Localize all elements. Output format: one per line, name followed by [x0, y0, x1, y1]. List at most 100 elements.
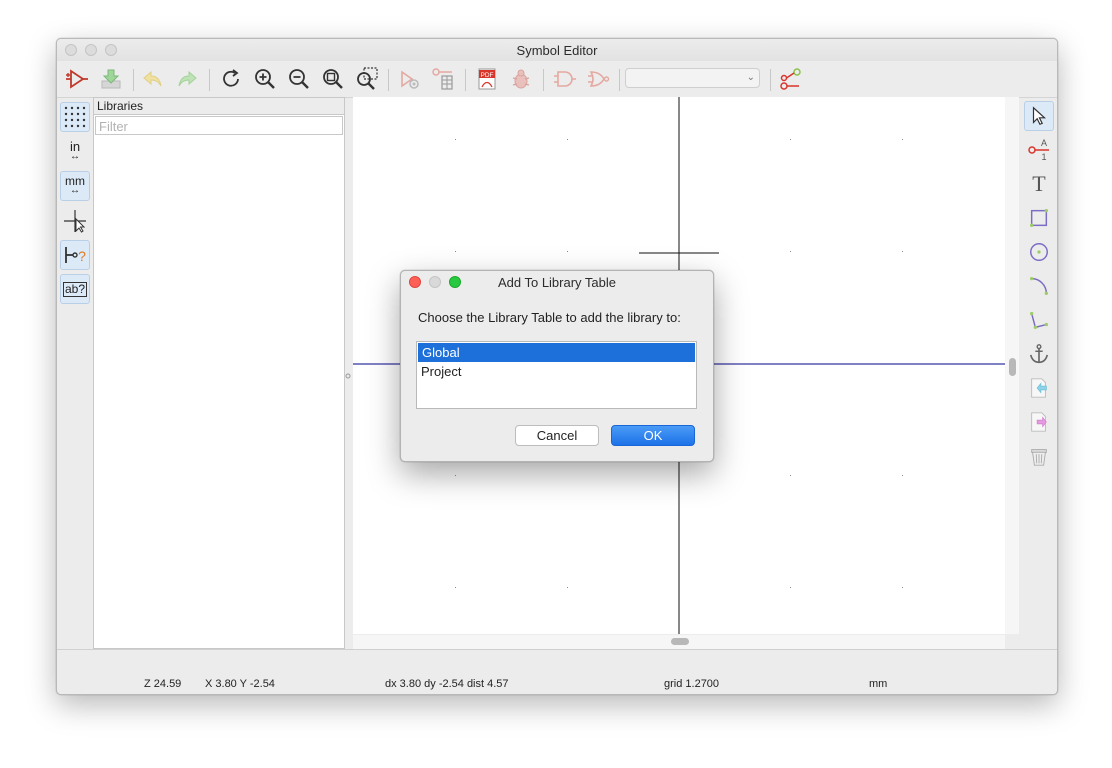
- delete-tool-button[interactable]: [1024, 441, 1054, 471]
- bug-check-button[interactable]: [507, 65, 535, 93]
- zoom-out-button[interactable]: [285, 65, 313, 93]
- vertical-scrollbar[interactable]: [1005, 97, 1019, 634]
- arrow-cursor-icon: [1032, 106, 1047, 126]
- undo-icon: [143, 70, 162, 87]
- zoom-fit-button[interactable]: [319, 65, 347, 93]
- add-polyline-button[interactable]: [1024, 305, 1054, 335]
- anchor-icon: [1029, 344, 1049, 364]
- zoom-out-icon: [289, 69, 309, 89]
- add-circle-button[interactable]: [1024, 237, 1054, 267]
- de-morgan-button[interactable]: [585, 65, 613, 93]
- new-symbol-icon: [66, 69, 88, 89]
- millimeters-icon: mm ↔: [65, 174, 85, 196]
- crosshair-cursor-icon: [64, 210, 86, 233]
- toolbar-separator: [209, 69, 210, 91]
- zoom-readout: Z 24.59: [144, 678, 182, 690]
- inches-icon: in ↔: [69, 139, 81, 162]
- pin-number-label: 1: [1041, 152, 1046, 162]
- cancel-button[interactable]: Cancel: [515, 425, 599, 446]
- millimeters-units-button[interactable]: mm ↔: [60, 171, 90, 201]
- show-pin-electrical-type-button[interactable]: ?: [60, 240, 90, 270]
- add-arc-button[interactable]: [1024, 271, 1054, 301]
- toolbar-separator: [619, 69, 620, 91]
- full-crosshair-button[interactable]: [60, 206, 90, 236]
- symbol-properties-button[interactable]: [395, 65, 423, 93]
- grid-icon: [64, 106, 86, 128]
- pdf-label: PDF: [481, 72, 494, 79]
- unit-select-dropdown[interactable]: ⌄: [625, 68, 760, 88]
- panel-sash-handle[interactable]: [345, 369, 351, 379]
- add-text-button[interactable]: T: [1024, 169, 1054, 199]
- add-pin-button[interactable]: A 1: [1024, 135, 1054, 165]
- horizontal-scrollbar[interactable]: [353, 635, 1005, 649]
- chevron-down-icon: ⌄: [746, 72, 755, 83]
- toolbar-separator: [770, 69, 771, 91]
- body-style-icon: [554, 71, 576, 87]
- export-graphics-button[interactable]: [1024, 407, 1054, 437]
- add-to-library-table-dialog: Add To Library Table Choose the Library …: [400, 270, 714, 462]
- toolbar-separator: [388, 69, 389, 91]
- polyline-icon: [1030, 311, 1048, 329]
- zoom-selection-button[interactable]: [353, 65, 381, 93]
- horizontal-scroll-thumb[interactable]: [671, 638, 689, 645]
- library-table-list[interactable]: Global Project: [416, 341, 697, 409]
- pin-icon: A 1: [1028, 138, 1049, 162]
- status-bar: Z 24.59 X 3.80 Y -2.54 dx 3.80 dy -2.54 …: [57, 649, 1057, 694]
- pin-type-icon: ?: [65, 247, 86, 264]
- list-item-global[interactable]: Global: [418, 343, 695, 362]
- cursor-coordinates: X 3.80 Y -2.54: [205, 678, 275, 690]
- library-filter-input[interactable]: Filter: [95, 116, 343, 135]
- arc-icon: [1030, 277, 1048, 295]
- zoom-fit-icon: [323, 69, 343, 89]
- main-toolbar: PDF ⌄: [57, 61, 1057, 98]
- circle-icon: [1030, 243, 1048, 261]
- zoom-in-icon: [255, 69, 275, 89]
- bug-check-icon: [512, 69, 530, 89]
- libraries-header: Libraries: [94, 98, 344, 115]
- dialog-prompt: Choose the Library Table to add the libr…: [418, 310, 681, 325]
- add-rectangle-button[interactable]: [1024, 203, 1054, 233]
- move-anchor-button[interactable]: [1024, 339, 1054, 369]
- units-readout: mm: [869, 678, 888, 690]
- trash-icon: [1031, 449, 1047, 466]
- ok-button[interactable]: OK: [611, 425, 695, 446]
- component-from-schematic-icon: [780, 68, 801, 90]
- toolbar-separator: [133, 69, 134, 91]
- inches-units-button[interactable]: in ↔: [60, 137, 90, 167]
- toggle-grid-button[interactable]: [60, 102, 90, 132]
- import-graphics-button[interactable]: [1024, 373, 1054, 403]
- list-item-project[interactable]: Project: [417, 362, 696, 381]
- de-morgan-icon: [588, 71, 610, 87]
- libraries-panel: Libraries Filter: [93, 97, 345, 649]
- redo-button[interactable]: [173, 65, 201, 93]
- zoom-in-button[interactable]: [251, 65, 279, 93]
- export-file-icon: [1031, 412, 1047, 432]
- component-from-schematic-button[interactable]: [777, 65, 805, 93]
- save-icon: [101, 69, 121, 89]
- pin-table-button[interactable]: [429, 65, 457, 93]
- undo-button[interactable]: [139, 65, 167, 93]
- body-style-button[interactable]: [551, 65, 579, 93]
- delta-readout: dx 3.80 dy -2.54 dist 4.57: [385, 678, 509, 690]
- left-toolbar: in ↔ mm ↔ ? ab?: [57, 98, 93, 658]
- zoom-selection-icon: [357, 67, 378, 90]
- save-button[interactable]: [97, 65, 125, 93]
- export-pdf-icon: PDF: [478, 68, 496, 90]
- pin-table-icon: [432, 68, 453, 90]
- grid-readout: grid 1.2700: [664, 678, 720, 690]
- vertical-scroll-thumb[interactable]: [1009, 358, 1016, 376]
- select-tool-button[interactable]: [1024, 101, 1054, 131]
- export-pdf-button[interactable]: PDF: [473, 65, 501, 93]
- redo-icon: [178, 70, 197, 87]
- window-title: Symbol Editor: [516, 43, 598, 58]
- toolbar-separator: [543, 69, 544, 91]
- text-tool-icon: T: [1032, 171, 1046, 196]
- show-field-text-button[interactable]: ab?: [60, 274, 90, 304]
- symbol-properties-icon: [401, 70, 419, 89]
- rectangle-icon: [1030, 209, 1048, 227]
- new-symbol-button[interactable]: [63, 65, 91, 93]
- right-toolbar: A 1 T: [1021, 97, 1057, 657]
- import-file-icon: [1031, 378, 1047, 398]
- refresh-button[interactable]: [217, 65, 245, 93]
- text-field-icon: ab?: [62, 281, 88, 297]
